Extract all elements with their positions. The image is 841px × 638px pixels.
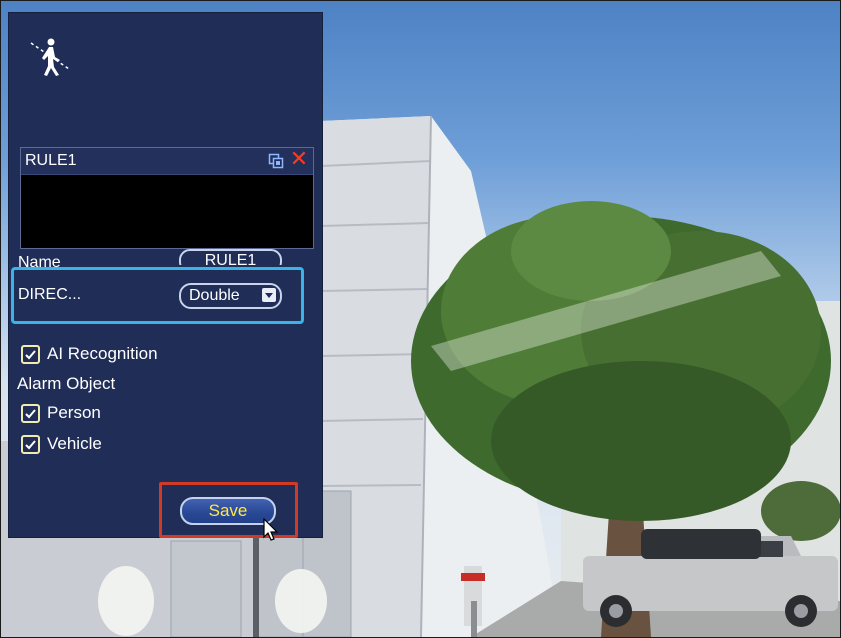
edit-copy-icon[interactable] bbox=[268, 153, 284, 169]
direction-highlight-box bbox=[11, 267, 304, 324]
rule-config-panel: RULE1 ✕ Name RULE1 DIREC... Double AI Re… bbox=[9, 13, 322, 538]
tripwire-pedestrian-icon[interactable] bbox=[27, 33, 73, 79]
close-icon[interactable]: ✕ bbox=[289, 149, 309, 171]
ai-recognition-checkbox[interactable] bbox=[21, 345, 40, 364]
rule-list-item[interactable]: RULE1 ✕ bbox=[21, 148, 313, 175]
person-checkbox[interactable] bbox=[21, 404, 40, 423]
person-label: Person bbox=[47, 403, 101, 422]
rule-name-label: RULE1 bbox=[25, 152, 77, 169]
checkmark-icon bbox=[25, 440, 36, 450]
name-label: Name bbox=[18, 254, 61, 268]
save-button[interactable]: Save bbox=[180, 497, 276, 525]
vehicle-label: Vehicle bbox=[47, 434, 102, 453]
rule-list[interactable]: RULE1 ✕ bbox=[20, 147, 314, 249]
mouse-pointer-icon bbox=[263, 518, 279, 541]
checkmark-icon bbox=[25, 409, 36, 419]
ai-recognition-label: AI Recognition bbox=[47, 344, 158, 363]
vehicle-checkbox[interactable] bbox=[21, 435, 40, 454]
alarm-object-label: Alarm Object bbox=[17, 374, 116, 393]
checkmark-icon bbox=[25, 350, 36, 360]
screenshot-frame: RULE1 ✕ Name RULE1 DIREC... Double AI Re… bbox=[0, 0, 841, 638]
